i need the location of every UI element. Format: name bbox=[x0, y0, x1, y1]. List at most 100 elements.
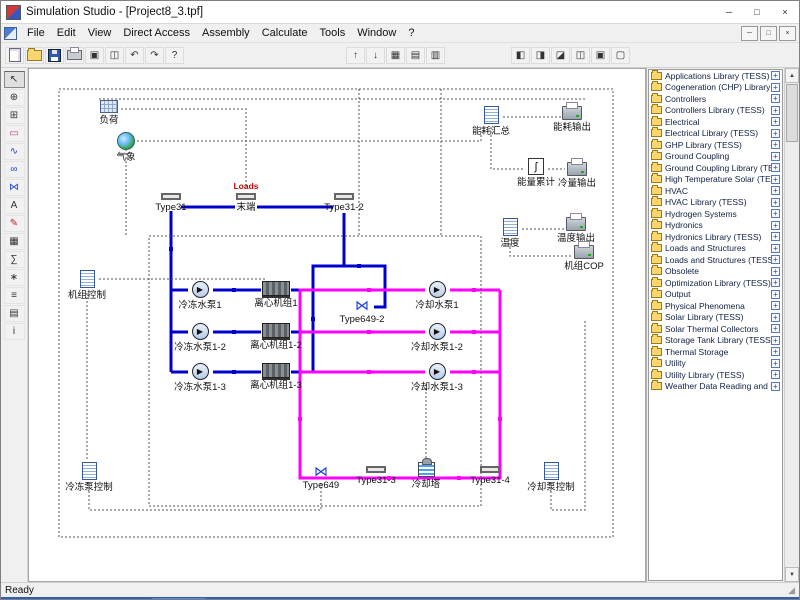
menu-item-assembly[interactable]: Assembly bbox=[196, 26, 256, 40]
link-tool[interactable]: ∞ bbox=[4, 161, 25, 178]
node-chwp2[interactable]: ▶冷冻水泵1-2 bbox=[166, 323, 234, 353]
select-tool[interactable]: ↖ bbox=[4, 71, 25, 88]
library-item[interactable]: Hydronics+ bbox=[649, 220, 782, 232]
library-item[interactable]: HVAC Library (TESS)+ bbox=[649, 197, 782, 209]
menu-item-view[interactable]: View bbox=[82, 26, 118, 40]
help-button[interactable]: ? bbox=[165, 47, 184, 64]
expand-icon[interactable]: + bbox=[771, 336, 780, 345]
expand-icon[interactable]: + bbox=[771, 232, 780, 241]
library-item[interactable]: HVAC+ bbox=[649, 185, 782, 197]
library-item[interactable]: Optimization Library (TESS)+ bbox=[649, 277, 782, 289]
expand-icon[interactable]: + bbox=[771, 255, 780, 264]
node-type649-2[interactable]: ⋈Type649-2 bbox=[328, 298, 396, 325]
table-tool[interactable]: ▦ bbox=[4, 233, 25, 250]
layers-tool[interactable]: ≡ bbox=[4, 287, 25, 304]
open-button[interactable] bbox=[25, 47, 44, 64]
child-restore-button[interactable]: □ bbox=[760, 26, 777, 41]
expand-icon[interactable]: + bbox=[771, 152, 780, 161]
canvas[interactable]: 负荷气象Type31Loads末端Type31-2能耗汇总能耗输出∫能量累计冷量… bbox=[28, 68, 646, 582]
node-chiller2[interactable]: 离心机组1-2 bbox=[242, 323, 310, 351]
library-item[interactable]: Controllers+ bbox=[649, 93, 782, 105]
align-horizontal-button[interactable]: ▤ bbox=[406, 47, 425, 64]
library-item[interactable]: Hydronics Library (TESS)+ bbox=[649, 231, 782, 243]
sort-descending-button[interactable]: ↓ bbox=[366, 47, 385, 64]
copy-button[interactable]: ▣ bbox=[85, 47, 104, 64]
node-tower[interactable]: 冷却塔 bbox=[392, 462, 460, 490]
scroll-up-button[interactable]: ▲ bbox=[785, 68, 799, 83]
zoom-tool[interactable]: ⊕ bbox=[4, 89, 25, 106]
menu-item-window[interactable]: Window bbox=[351, 26, 402, 40]
align-vertical-button[interactable]: ▥ bbox=[426, 47, 445, 64]
node-cool-out[interactable]: 冷量输出 bbox=[543, 162, 611, 189]
library-item[interactable]: Solar Thermal Collectors+ bbox=[649, 323, 782, 335]
node-temp-out[interactable]: 温度输出 bbox=[542, 217, 610, 244]
expand-icon[interactable]: + bbox=[771, 301, 780, 310]
panel-right-button[interactable]: ◨ bbox=[531, 47, 550, 64]
weather-signal-bus[interactable] bbox=[137, 127, 481, 141]
library-item[interactable]: Physical Phenomena+ bbox=[649, 300, 782, 312]
node-type31-2[interactable]: Type31-2 bbox=[310, 193, 378, 213]
node-terminal[interactable]: Loads末端 bbox=[212, 193, 280, 213]
erase-tool[interactable]: ▭ bbox=[4, 125, 25, 142]
expand-icon[interactable]: + bbox=[771, 83, 780, 92]
node-load[interactable]: 负荷 bbox=[75, 100, 143, 126]
pan-tool[interactable]: ⊞ bbox=[4, 107, 25, 124]
expand-icon[interactable]: + bbox=[771, 117, 780, 126]
sort-ascending-button[interactable]: ↑ bbox=[346, 47, 365, 64]
menu-item-direct-access[interactable]: Direct Access bbox=[117, 26, 196, 40]
node-chwp-ctrl[interactable]: 冷冻泵控制 bbox=[55, 462, 123, 493]
library-item[interactable]: Loads and Structures (TESS)+ bbox=[649, 254, 782, 266]
node-unit-ctrl[interactable]: 机组控制 bbox=[53, 270, 121, 301]
scroll-thumb[interactable] bbox=[786, 84, 798, 142]
expand-icon[interactable]: + bbox=[771, 140, 780, 149]
node-energy-sum[interactable]: 能耗汇总 bbox=[457, 106, 525, 137]
library-item[interactable]: Electrical+ bbox=[649, 116, 782, 128]
expand-icon[interactable]: + bbox=[771, 209, 780, 218]
panel-split-button[interactable]: ◪ bbox=[551, 47, 570, 64]
expand-icon[interactable]: + bbox=[771, 313, 780, 322]
tile-windows-button[interactable]: ◫ bbox=[571, 47, 590, 64]
node-chiller3[interactable]: 离心机组1-3 bbox=[242, 363, 310, 391]
library-item[interactable]: Thermal Storage+ bbox=[649, 346, 782, 358]
menu-item-[interactable]: ? bbox=[402, 26, 420, 40]
node-chiller1[interactable]: 离心机组1 bbox=[242, 281, 310, 309]
expand-icon[interactable]: + bbox=[771, 244, 780, 253]
expand-icon[interactable]: + bbox=[771, 221, 780, 230]
expand-icon[interactable]: + bbox=[771, 106, 780, 115]
resize-grip[interactable]: ◢ bbox=[788, 585, 795, 596]
library-item[interactable]: Controllers Library (TESS)+ bbox=[649, 105, 782, 117]
scroll-track[interactable] bbox=[785, 143, 799, 567]
expand-icon[interactable]: + bbox=[771, 267, 780, 276]
close-button[interactable]: × bbox=[771, 1, 799, 23]
library-item[interactable]: Electrical Library (TESS)+ bbox=[649, 128, 782, 140]
library-item[interactable]: Cogeneration (CHP) Library (TESS)+ bbox=[649, 82, 782, 94]
library-item[interactable]: Utility Library (TESS)+ bbox=[649, 369, 782, 381]
undo-button[interactable]: ↶ bbox=[125, 47, 144, 64]
expand-icon[interactable]: + bbox=[771, 186, 780, 195]
node-weather[interactable]: 气象 bbox=[92, 132, 160, 163]
library-item[interactable]: Ground Coupling Library (TESS)+ bbox=[649, 162, 782, 174]
library-item[interactable]: Utility+ bbox=[649, 358, 782, 370]
expand-icon[interactable]: + bbox=[771, 198, 780, 207]
expand-icon[interactable]: + bbox=[771, 129, 780, 138]
library-item[interactable]: Output+ bbox=[649, 289, 782, 301]
menu-item-tools[interactable]: Tools bbox=[314, 26, 352, 40]
node-cwp3[interactable]: ▶冷却水泵1-3 bbox=[403, 363, 471, 393]
title-bar[interactable]: Simulation Studio - [Project8_3.tpf] ─□× bbox=[1, 1, 799, 24]
node-cwp1[interactable]: ▶冷却水泵1 bbox=[403, 281, 471, 311]
expand-icon[interactable]: + bbox=[771, 370, 780, 379]
sum-tool[interactable]: ∑ bbox=[4, 251, 25, 268]
child-close-button[interactable]: × bbox=[779, 26, 796, 41]
expand-icon[interactable]: + bbox=[771, 278, 780, 287]
info-tool[interactable]: i bbox=[4, 323, 25, 340]
node-chwp1[interactable]: ▶冷冻水泵1 bbox=[166, 281, 234, 311]
minimize-button[interactable]: ─ bbox=[715, 1, 743, 23]
node-energy-out[interactable]: 能耗输出 bbox=[538, 106, 606, 133]
expand-icon[interactable]: + bbox=[771, 347, 780, 356]
expand-icon[interactable]: + bbox=[771, 94, 780, 103]
library-item[interactable]: Ground Coupling+ bbox=[649, 151, 782, 163]
library-scrollbar[interactable]: ▲ ▼ bbox=[784, 68, 799, 582]
library-item[interactable]: Obsolete+ bbox=[649, 266, 782, 278]
node-chwp3[interactable]: ▶冷冻水泵1-3 bbox=[166, 363, 234, 393]
expand-icon[interactable]: + bbox=[771, 71, 780, 80]
